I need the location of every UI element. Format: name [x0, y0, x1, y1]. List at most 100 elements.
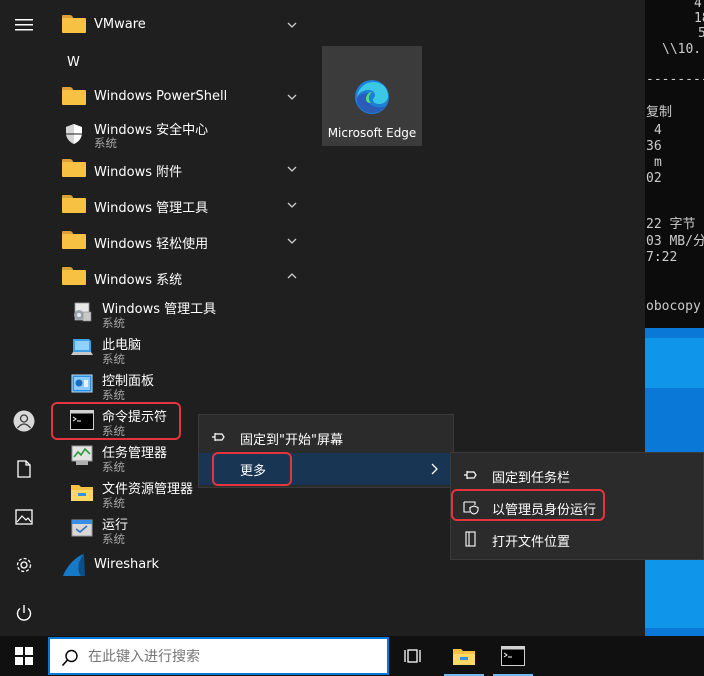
console-line: 7:22: [646, 250, 678, 265]
console-line: \\10.: [662, 42, 702, 57]
power-icon[interactable]: [0, 595, 48, 631]
app-sublabel: 系统: [102, 424, 125, 438]
app-folder-accessories[interactable]: Windows 附件: [48, 151, 310, 187]
start-menu-rail: [0, 0, 48, 636]
tile-microsoft-edge[interactable]: Microsoft Edge: [322, 46, 422, 146]
folder-icon: [62, 195, 86, 213]
app-label: VMware: [94, 17, 146, 32]
chevron-down-icon: [287, 202, 297, 208]
app-label: Wireshark: [94, 557, 160, 572]
app-sublabel: 系统: [94, 136, 117, 150]
app-label: Windows 系统: [94, 273, 183, 288]
app-wireshark[interactable]: Wireshark: [48, 547, 310, 583]
folder-icon: [62, 159, 86, 177]
menu-label: 以管理员身份运行: [492, 503, 597, 518]
app-label: Windows 管理工具: [94, 201, 209, 216]
app-folder-windows-system[interactable]: Windows 系统: [48, 259, 310, 295]
shield-icon: [66, 124, 82, 144]
task-view-icon: [404, 649, 421, 663]
user-avatar-icon[interactable]: [0, 403, 48, 439]
app-this-pc[interactable]: 此电脑 系统: [48, 331, 310, 367]
folder-icon: [62, 231, 86, 249]
command-prompt-icon: [501, 646, 525, 666]
app-folder-ease-of-access[interactable]: Windows 轻松使用: [48, 223, 310, 259]
folder-icon: [62, 15, 86, 33]
app-control-panel[interactable]: 控制面板 系统: [48, 367, 310, 403]
console-window: 4 18 5 \\10. ---------- 复制 4 36 m 02 22 …: [645, 0, 704, 328]
app-sublabel: 系统: [102, 352, 125, 366]
pin-icon: [212, 433, 225, 441]
control-panel-icon: [71, 374, 93, 393]
submenu: 固定到任务栏 以管理员身份运行 打开文件位置: [450, 452, 704, 560]
console-line: 5: [698, 26, 704, 41]
file-explorer-icon: [453, 649, 475, 665]
menu-label: 打开文件位置: [492, 535, 571, 550]
taskbar-search-box[interactable]: [48, 637, 389, 675]
search-input[interactable]: [88, 647, 378, 667]
menu-label: 固定到任务栏: [492, 471, 571, 486]
hamburger-menu-icon[interactable]: [0, 7, 48, 43]
menu-run-as-admin[interactable]: 以管理员身份运行: [451, 491, 703, 523]
taskbar-file-explorer[interactable]: [440, 636, 488, 676]
menu-pin-to-taskbar[interactable]: 固定到任务栏: [451, 459, 703, 491]
command-prompt-icon: [70, 410, 94, 430]
computer-icon: [71, 339, 93, 355]
app-label: Windows PowerShell: [94, 89, 228, 104]
console-line: obocopy: [646, 299, 701, 314]
documents-icon[interactable]: [0, 451, 48, 487]
menu-open-file-location[interactable]: 打开文件位置: [451, 523, 703, 555]
context-menu: 固定到"开始"屏幕 更多: [198, 414, 454, 488]
admin-shield-icon: [463, 501, 479, 515]
search-icon: [61, 649, 78, 667]
task-manager-icon: [71, 445, 93, 465]
run-dialog-icon: [71, 519, 93, 537]
chevron-down-icon: [287, 22, 297, 28]
app-folder-vmware[interactable]: VMware: [48, 7, 310, 43]
menu-label: 固定到"开始"屏幕: [240, 433, 343, 448]
app-sublabel: 系统: [102, 496, 125, 510]
console-line: 03 MB/分: [646, 234, 704, 249]
pictures-icon[interactable]: [0, 499, 48, 535]
windows-logo-icon: [15, 647, 33, 665]
app-run[interactable]: 运行 系统: [48, 511, 310, 547]
task-view-button[interactable]: [390, 636, 438, 676]
console-line: 02: [646, 171, 662, 186]
chevron-down-icon: [287, 166, 297, 172]
menu-pin-to-start[interactable]: 固定到"开始"屏幕: [199, 421, 453, 453]
tile-label: Microsoft Edge: [327, 126, 417, 140]
app-sublabel: 系统: [102, 316, 125, 330]
app-folder-admin-tools[interactable]: Windows 管理工具: [48, 187, 310, 223]
section-letter[interactable]: W: [67, 55, 80, 70]
app-windows-security[interactable]: Windows 安全中心 系统: [48, 115, 310, 151]
app-label: Windows 轻松使用: [94, 237, 209, 252]
app-folder-powershell[interactable]: Windows PowerShell: [48, 79, 310, 115]
edge-logo-icon: [355, 80, 389, 114]
file-explorer-icon: [71, 485, 93, 501]
wireshark-fin-icon: [63, 554, 85, 576]
console-line: 复制: [646, 105, 673, 120]
console-line: 4: [654, 123, 662, 138]
chevron-down-icon: [287, 238, 297, 244]
console-line: 18: [694, 11, 704, 26]
chevron-up-icon: [287, 273, 297, 279]
admin-tools-icon: [74, 302, 92, 322]
folder-icon: [62, 267, 86, 285]
menu-more[interactable]: 更多: [199, 453, 453, 485]
console-line: m: [654, 155, 662, 170]
file-location-icon: [465, 531, 476, 547]
pin-icon: [464, 471, 477, 479]
start-button[interactable]: [0, 636, 48, 676]
console-line: 22 字节: [646, 217, 696, 232]
desktop-highlight: [645, 558, 704, 628]
app-sublabel: 系统: [102, 388, 125, 402]
taskbar-command-prompt[interactable]: [489, 636, 537, 676]
taskbar: [0, 636, 704, 676]
console-line: 36: [646, 139, 662, 154]
settings-gear-icon[interactable]: [0, 547, 48, 583]
folder-icon: [62, 87, 86, 105]
app-admin-tools[interactable]: Windows 管理工具 系统: [48, 295, 310, 331]
chevron-right-icon: [431, 463, 438, 475]
menu-label: 更多: [240, 464, 267, 479]
app-label: Windows 附件: [94, 165, 183, 180]
console-line: ----------: [646, 72, 704, 87]
